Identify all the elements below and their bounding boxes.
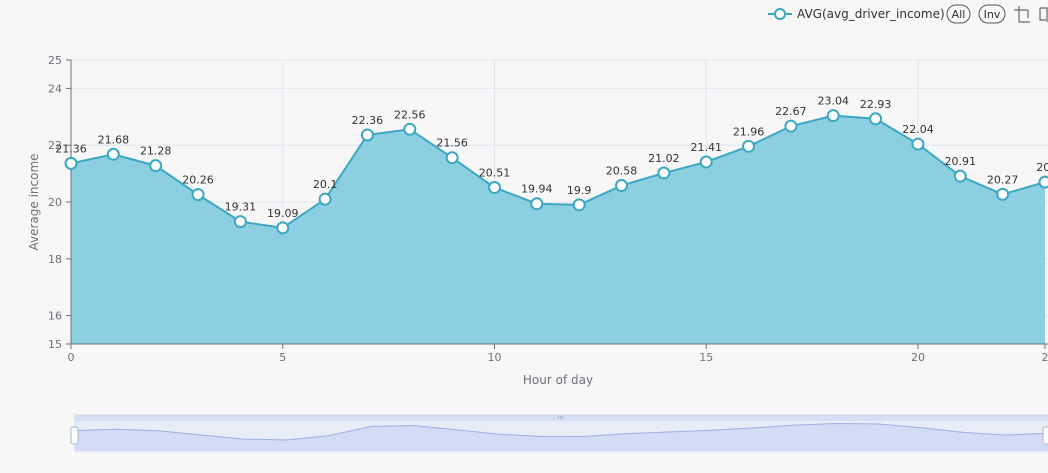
data-label: 22.67 [775,105,807,118]
data-label: 22.56 [394,108,426,121]
data-label: 20. [1036,161,1048,174]
data-point[interactable] [530,197,544,211]
data-point[interactable] [784,119,798,133]
data-label: 20.26 [182,174,214,187]
data-label: 21.56 [436,137,468,150]
data-point[interactable] [572,198,586,212]
data-point[interactable] [445,151,459,165]
y-tick-label: 15 [48,338,62,351]
legend-inv-button[interactable]: Inv [978,4,1006,24]
data-point[interactable] [233,215,247,229]
data-point[interactable] [657,166,671,180]
data-point[interactable] [699,155,713,169]
data-label: 22.93 [860,98,892,111]
y-tick-label: 18 [48,253,62,266]
data-label: 23.04 [818,95,850,108]
legend-all-label[interactable]: All [952,8,966,21]
data-label: 19.31 [225,201,257,214]
y-tick-label: 24 [48,82,62,95]
data-label: 19.09 [267,207,299,220]
y-axis-ticks: 15161820222425 [48,54,71,351]
x-axis-title: Hour of day [523,373,593,387]
y-axis-title: Average income [27,153,41,250]
zoom-move-handle-icon[interactable] [558,416,563,419]
legend-inv-label[interactable]: Inv [984,8,1001,21]
data-point[interactable] [276,221,290,235]
data-label: 21.28 [140,145,172,158]
data-label: 21.68 [98,133,130,146]
data-point[interactable] [826,109,840,123]
zoom-selection[interactable] [75,415,1048,421]
data-point[interactable] [953,169,967,183]
data-label: 20.27 [987,173,1019,186]
data-point[interactable] [64,156,78,170]
data-label: 21.36 [55,142,87,155]
data-label: 20.1 [313,178,338,191]
data-point[interactable] [191,188,205,202]
series-area [71,115,1045,344]
data-point[interactable] [911,137,925,151]
data-label: 20.58 [606,165,638,178]
data-point[interactable] [487,181,501,195]
legend[interactable]: AVG(avg_driver_income) [768,7,945,21]
data-point[interactable] [149,159,163,173]
data-point[interactable] [742,139,756,153]
data-point[interactable] [403,122,417,136]
x-tick-label: 20 [911,351,925,364]
zoom-handle-left[interactable] [70,426,79,445]
data-point[interactable] [360,128,374,142]
data-label: 22.36 [352,114,384,127]
legend-series-label[interactable]: AVG(avg_driver_income) [797,7,945,21]
data-label: 22.04 [902,123,934,136]
data-label: 21.02 [648,152,680,165]
data-point[interactable] [869,112,883,126]
data-point[interactable] [996,187,1010,201]
brush-rect-icon[interactable] [1014,6,1030,23]
data-label: 19.9 [567,184,592,197]
data-label: 21.41 [690,141,722,154]
data-point[interactable] [1038,175,1048,189]
legend-series-icon [774,8,786,20]
refresh-icon[interactable] [1039,7,1048,22]
data-point[interactable] [615,179,629,193]
data-label: 21.96 [733,125,765,138]
chart: 15161820222425 0 5 10 15 20 2 21.3621.6821.28… [27,4,1048,452]
x-axis-ticks: 0 5 10 15 20 2 [68,344,1048,364]
y-tick-label: 16 [48,310,62,323]
data-point[interactable] [318,192,332,206]
data-point[interactable] [106,147,120,161]
data-zoom-slider[interactable] [70,414,1048,452]
legend-all-button[interactable]: All [946,4,971,24]
data-label: 19.94 [521,183,553,196]
data-label: 20.91 [945,155,977,168]
zoom-handle-right[interactable] [1042,426,1048,445]
x-tick-label: 10 [487,351,501,364]
y-tick-label: 20 [48,196,62,209]
x-tick-label: 0 [68,351,75,364]
x-tick-label: 2 [1042,351,1048,364]
data-label: 20.51 [479,167,511,180]
x-tick-label: 15 [699,351,713,364]
y-tick-label: 25 [48,54,62,67]
x-tick-label: 5 [279,351,286,364]
